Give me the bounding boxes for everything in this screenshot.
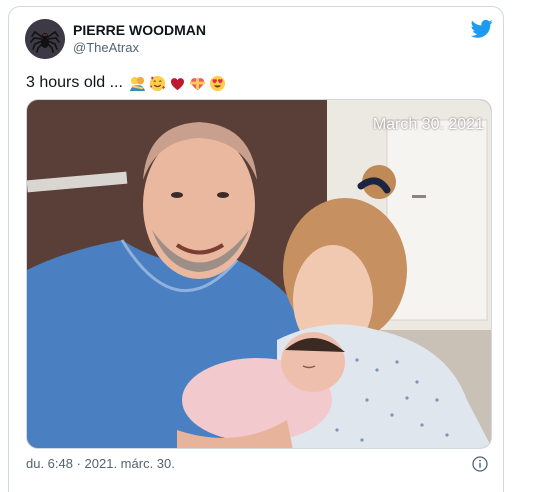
red-heart-emoji xyxy=(170,77,184,90)
tweet-text: 3 hours old ... xyxy=(26,73,226,93)
avatar[interactable] xyxy=(25,19,65,59)
tweet-card[interactable]: PIERRE WOODMAN @TheAtrax 3 hours old ... xyxy=(8,6,504,492)
photo-illustration xyxy=(27,100,491,448)
emoji-group xyxy=(129,75,226,92)
author-handle[interactable]: @TheAtrax xyxy=(73,39,206,56)
author-display-name[interactable]: PIERRE WOODMAN xyxy=(73,22,206,39)
people-hugging-emoji xyxy=(129,76,146,91)
heart-eyes-emoji xyxy=(209,75,226,91)
tweet-photo[interactable]: March 30. 2021 xyxy=(26,99,492,449)
twitter-bird-icon[interactable] xyxy=(471,19,493,39)
heart-with-ribbon-emoji xyxy=(189,77,206,90)
info-icon[interactable] xyxy=(472,456,488,472)
author-block[interactable]: PIERRE WOODMAN @TheAtrax xyxy=(73,22,206,56)
smiling-face-with-hearts-emoji xyxy=(149,75,166,91)
tweet-text-body: 3 hours old ... xyxy=(26,74,123,91)
photo-date-stamp: March 30. 2021 xyxy=(372,116,484,133)
tweet-timestamp[interactable]: du. 6:48 · 2021. márc. 30. xyxy=(26,456,175,471)
spider-icon xyxy=(25,19,65,59)
